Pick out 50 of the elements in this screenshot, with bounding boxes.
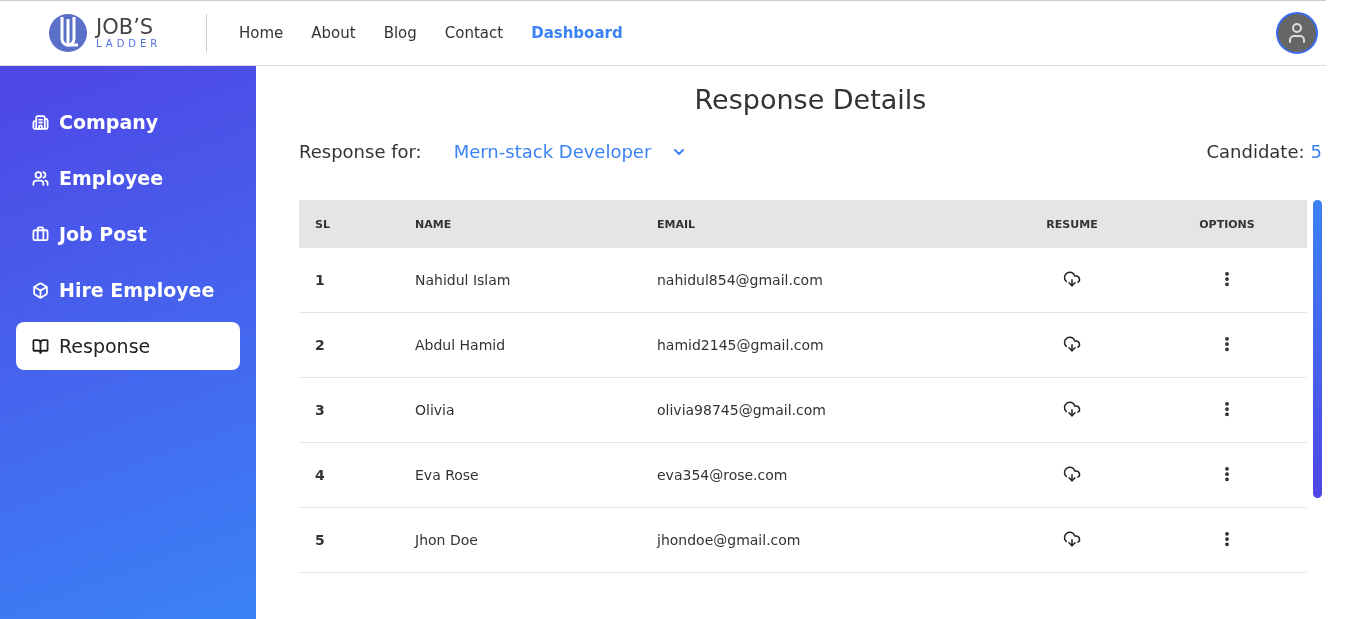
column-header: EMAIL (641, 200, 997, 248)
download-icon[interactable] (1063, 269, 1081, 288)
nav-link[interactable]: Home (239, 24, 284, 42)
book-icon (32, 337, 49, 355)
table-cell: olivia98745@gmail.com (641, 377, 997, 443)
box-icon (32, 281, 49, 299)
users-icon (32, 169, 49, 187)
column-header: SL (299, 200, 399, 248)
sidebar-item[interactable]: Hire Employee (16, 266, 240, 314)
table-cell: 1 (299, 248, 399, 313)
table-cell: Jhon Doe (399, 507, 641, 573)
table-cell: Eva Rose (399, 442, 641, 508)
logo-icon (48, 13, 88, 53)
briefcase-icon (32, 225, 49, 243)
table-cell: hamid2145@gmail.com (641, 312, 997, 378)
logo-title: JOB’S (96, 17, 154, 38)
sidebar-item[interactable]: Employee (16, 154, 240, 202)
building-icon (32, 113, 49, 131)
table-cell: 2 (299, 312, 399, 378)
job-select[interactable]: Mern-stack Developer (453, 141, 688, 162)
nav-link[interactable]: Contact (444, 24, 504, 42)
column-header: NAME (399, 200, 641, 248)
nav-link[interactable]: Blog (383, 24, 417, 42)
table-cell: jhondoe@gmail.com (641, 507, 997, 573)
table-cell: nahidul854@gmail.com (641, 248, 997, 313)
table-cell: 4 (299, 442, 399, 508)
table-cell: Olivia (399, 377, 641, 443)
download-icon[interactable] (1063, 464, 1081, 483)
table-cell: Abdul Hamid (399, 312, 641, 378)
sidebar-item[interactable]: Job Post (16, 210, 240, 258)
table-cell: 5 (299, 507, 399, 573)
logo-subtitle: LADDER (96, 38, 162, 49)
nav-link[interactable]: Dashboard (531, 24, 623, 42)
sidebar-item[interactable]: Company (16, 98, 240, 146)
scrollbar[interactable] (1313, 200, 1322, 498)
table-cell: Nahidul Islam (399, 248, 641, 313)
column-header: OPTIONS (1147, 200, 1307, 248)
table-cell: 3 (299, 377, 399, 443)
candidate-count: 5 (1310, 141, 1322, 162)
page-title: Response Details (693, 84, 928, 115)
filter-label: Response for: (299, 141, 422, 162)
download-icon[interactable] (1063, 399, 1081, 418)
nav-link[interactable]: About (311, 24, 356, 42)
candidate-label: Candidate: (1206, 141, 1305, 162)
download-icon[interactable] (1063, 529, 1081, 548)
avatar[interactable] (1276, 12, 1318, 54)
download-icon[interactable] (1063, 334, 1081, 353)
sidebar-item[interactable]: Response (16, 322, 240, 370)
column-header: RESUME (997, 200, 1147, 248)
table-cell: eva354@rose.com (641, 442, 997, 508)
